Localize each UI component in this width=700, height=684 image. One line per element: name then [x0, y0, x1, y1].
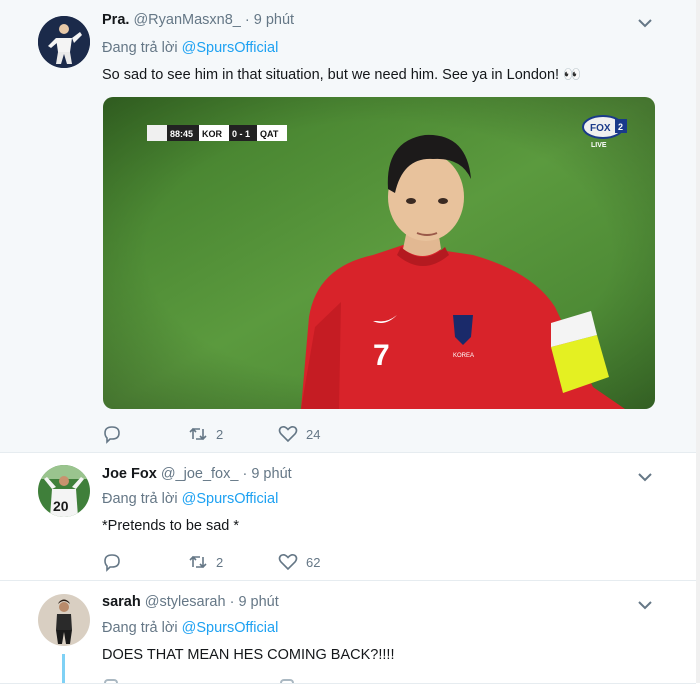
reply-context: Đang trả lời @SpursOfficial	[102, 620, 278, 636]
tweet-media-image[interactable]: 7 KOREA 88:45 KOR 0 - 1 QAT FOX 2 LIVE	[103, 97, 655, 409]
user-handle[interactable]: @stylesarah	[145, 594, 226, 610]
like-icon	[278, 554, 298, 571]
reply-button[interactable]	[102, 422, 122, 446]
tweet-1[interactable]: Pra. @RyanMasxn8_ · 9 phút Đang trả lời …	[0, 0, 696, 453]
timestamp[interactable]: 9 phút	[254, 12, 294, 28]
avatar[interactable]	[38, 16, 90, 68]
tweet-3[interactable]: sarah @stylesarah · 9 phút Đang trả lời …	[0, 581, 696, 684]
reply-context: Đang trả lời @SpursOfficial	[102, 491, 278, 507]
avatar-shirt-number: 20	[53, 498, 69, 514]
tweet-text: DOES THAT MEAN HES COMING BACK?!!!!	[102, 647, 395, 663]
tweet-header: Pra. @RyanMasxn8_ · 9 phút	[102, 12, 294, 28]
tweet-header: sarah @stylesarah · 9 phút	[102, 594, 279, 610]
like-icon[interactable]	[280, 679, 294, 683]
tweet-text: So sad to see him in that situation, but…	[102, 67, 582, 83]
reply-prefix: Đang trả lời	[102, 620, 178, 636]
chevron-down-icon[interactable]	[636, 16, 654, 30]
retweet-button[interactable]: 2	[188, 550, 223, 574]
tweet-actions: 2 24	[102, 422, 402, 446]
user-handle[interactable]: @RyanMasxn8_	[133, 12, 240, 28]
timestamp[interactable]: 9 phút	[238, 594, 278, 610]
mention-link[interactable]: @SpursOfficial	[182, 40, 279, 56]
timestamp[interactable]: 9 phút	[251, 466, 291, 482]
reply-icon	[104, 426, 120, 444]
like-button[interactable]: 62	[278, 550, 320, 574]
retweet-count: 2	[216, 426, 224, 442]
display-name[interactable]: Joe Fox	[102, 466, 157, 482]
tweet-header: Joe Fox @_joe_fox_ · 9 phút	[102, 466, 292, 482]
team-away: QAT	[260, 129, 279, 139]
retweet-icon	[189, 555, 207, 569]
reply-icon	[104, 554, 120, 572]
reply-button[interactable]	[102, 550, 122, 574]
display-name[interactable]: sarah	[102, 594, 141, 610]
jersey-number: 7	[373, 339, 390, 372]
live-label: LIVE	[591, 142, 607, 149]
retweet-button[interactable]: 2	[188, 422, 223, 446]
scrollbar[interactable]	[696, 0, 700, 683]
jersey-text: KOREA	[453, 353, 474, 359]
like-icon	[278, 426, 298, 443]
broadcaster-channel: 2	[618, 122, 623, 132]
separator: ·	[242, 466, 248, 482]
scoreboard-time: 88:45	[170, 129, 193, 139]
like-button[interactable]: 24	[278, 422, 320, 446]
broadcaster-logo: FOX	[590, 123, 611, 134]
mention-link[interactable]: @SpursOfficial	[182, 620, 279, 636]
avatar[interactable]: 20	[38, 465, 90, 517]
retweet-icon	[189, 427, 207, 441]
thread-line	[62, 654, 65, 683]
reply-prefix: Đang trả lời	[102, 491, 178, 507]
score: 0 - 1	[232, 129, 250, 139]
team-home: KOR	[202, 129, 223, 139]
chevron-down-icon[interactable]	[636, 598, 654, 612]
reply-prefix: Đang trả lời	[102, 40, 178, 56]
mention-link[interactable]: @SpursOfficial	[182, 491, 279, 507]
separator: ·	[229, 594, 235, 610]
separator: ·	[244, 12, 250, 28]
like-count: 62	[306, 554, 321, 570]
tweet-actions: 2 62	[102, 550, 402, 574]
user-handle[interactable]: @_joe_fox_	[161, 466, 239, 482]
chevron-down-icon[interactable]	[636, 470, 654, 484]
tweet-2[interactable]: 20 Joe Fox @_joe_fox_ · 9 phút Đang trả …	[0, 453, 696, 581]
like-count: 24	[306, 426, 321, 442]
tweet-text: *Pretends to be sad *	[102, 518, 240, 534]
avatar[interactable]	[38, 594, 90, 646]
retweet-count: 2	[216, 554, 224, 570]
display-name[interactable]: Pra.	[102, 12, 129, 28]
reply-context: Đang trả lời @SpursOfficial	[102, 40, 278, 56]
reply-icon[interactable]	[104, 679, 118, 683]
